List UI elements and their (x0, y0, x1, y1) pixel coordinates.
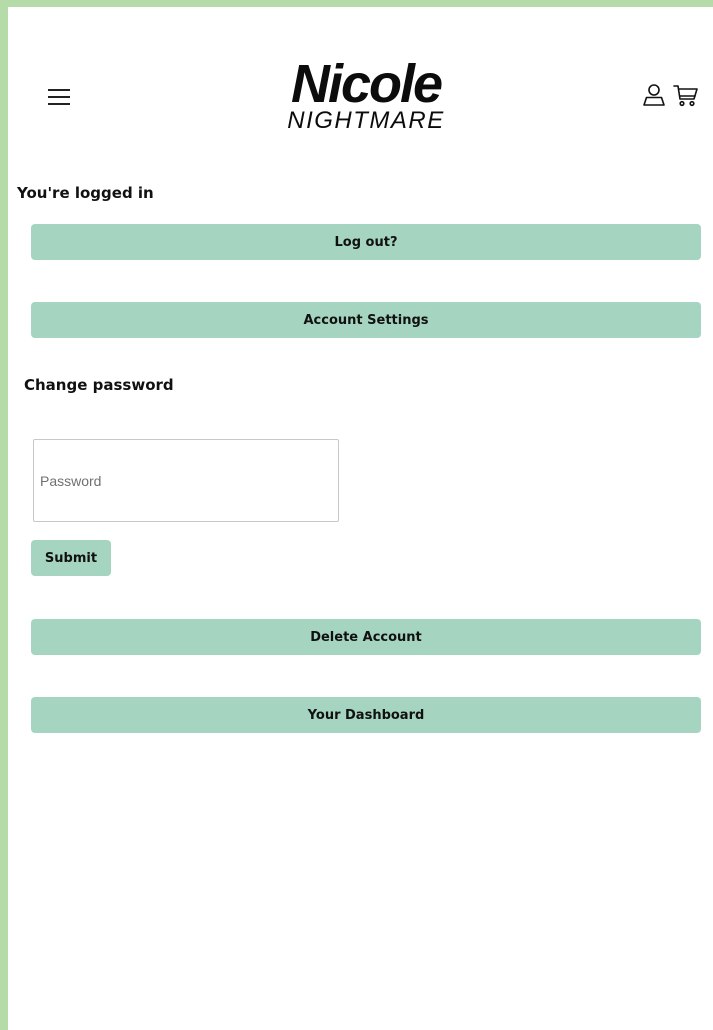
account-settings-button[interactable]: Account Settings (31, 302, 701, 338)
change-password-heading: Change password (24, 376, 174, 394)
site-logo[interactable]: Nicole NIGHTMARE (266, 54, 466, 134)
logo-name: Nicole (290, 54, 443, 114)
logo-subtitle: NIGHTMARE (287, 107, 445, 134)
cart-icon[interactable] (673, 83, 699, 109)
frame-border-left (0, 0, 8, 1030)
user-icon[interactable] (642, 83, 666, 107)
dashboard-button[interactable]: Your Dashboard (31, 697, 701, 733)
menu-bar (48, 96, 70, 98)
delete-account-button[interactable]: Delete Account (31, 619, 701, 655)
logout-button[interactable]: Log out? (31, 224, 701, 260)
menu-bar (48, 103, 70, 105)
menu-bar (48, 89, 70, 91)
hamburger-menu-icon[interactable] (44, 84, 74, 110)
password-input[interactable] (33, 439, 339, 522)
submit-button[interactable]: Submit (31, 540, 111, 576)
frame-border-top (0, 0, 713, 7)
logged-in-status: You're logged in (17, 184, 154, 202)
